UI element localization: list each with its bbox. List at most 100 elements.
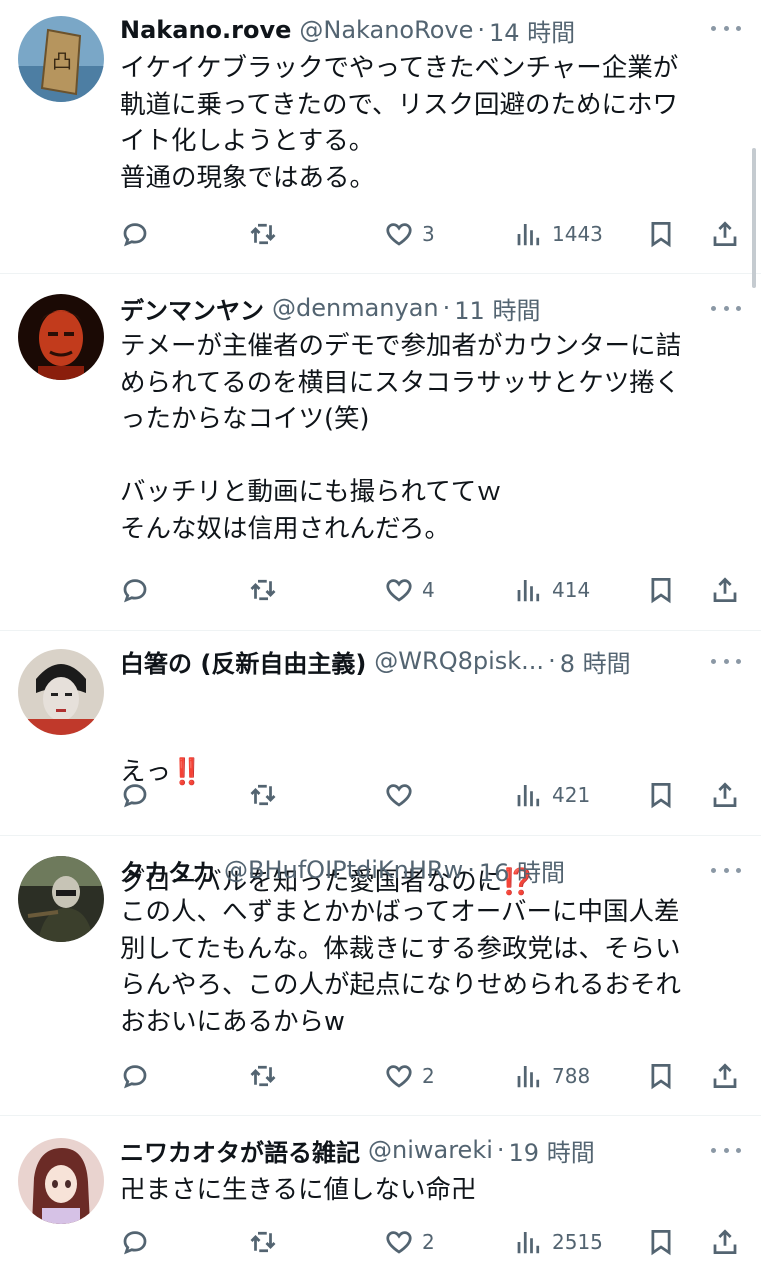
views-button[interactable]: 788 [514, 1061, 590, 1091]
reply-icon [120, 575, 150, 605]
view-count: 421 [552, 783, 591, 807]
views-icon [514, 1227, 544, 1257]
timestamp[interactable]: 8 時間 [560, 644, 631, 679]
views-icon [514, 219, 544, 249]
bookmark-icon [646, 1227, 676, 1257]
tweet-text: この人、へずまとかかばってオーバーに中国人差 別してたもんな。体裁きにする参政党… [120, 897, 682, 1037]
avatar[interactable]: 凸 [18, 16, 104, 102]
reply-button[interactable] [120, 780, 150, 810]
share-button[interactable] [710, 219, 740, 249]
view-count: 414 [552, 578, 591, 602]
more-icon[interactable] [711, 298, 741, 318]
heart-icon [384, 219, 414, 249]
share-button[interactable] [710, 575, 740, 605]
retweet-button[interactable] [248, 575, 278, 605]
separator-dot: · [477, 16, 486, 44]
reply-button[interactable] [120, 575, 150, 605]
view-count: 1443 [552, 222, 603, 246]
tweet-text: イケイケブラックでやってきたベンチャー企業が 軌道に乗ってきたので、リスク回避の… [120, 53, 679, 193]
bookmark-button[interactable] [646, 1061, 676, 1091]
timestamp[interactable]: 11 時間 [454, 291, 540, 326]
reply-icon [120, 1227, 150, 1257]
display-name[interactable]: ニワカオタが語る雑記 [120, 1133, 360, 1168]
share-icon [710, 219, 740, 249]
display-name[interactable]: タカタカ [120, 853, 216, 888]
timestamp[interactable]: 19 時間 [509, 1133, 595, 1168]
views-button[interactable]: 421 [514, 780, 590, 810]
views-icon [514, 575, 544, 605]
scrollbar[interactable] [752, 148, 756, 288]
reply-button[interactable] [120, 1061, 150, 1091]
share-icon [710, 1061, 740, 1091]
views-button[interactable]: 1443 [514, 219, 603, 249]
avatar[interactable] [18, 649, 104, 735]
like-button[interactable]: 4 [384, 575, 435, 605]
retweet-icon [248, 1061, 278, 1091]
tweet[interactable]: ニワカオタが語る雑記 @niwareki · 19 時間 卍まさに生きるに値しな… [0, 1116, 761, 1280]
views-button[interactable]: 414 [514, 575, 590, 605]
tweet[interactable]: 凸 Nakano.rove @NakanoRove · 14 時間 イケイケブラ… [0, 0, 761, 274]
tweet-text: テメーが主催者のデモで参加者がカウンターに詰 められてるのを横目にスタコラサッサ… [120, 331, 682, 544]
avatar[interactable] [18, 856, 104, 942]
more-icon[interactable] [711, 18, 741, 38]
views-icon [514, 780, 544, 810]
bookmark-icon [646, 575, 676, 605]
heart-icon [384, 575, 414, 605]
svg-text:凸: 凸 [52, 49, 72, 73]
more-icon[interactable] [711, 651, 741, 671]
bookmark-button[interactable] [646, 780, 676, 810]
retweet-icon [248, 780, 278, 810]
bookmark-button[interactable] [646, 219, 676, 249]
like-button[interactable] [384, 780, 414, 810]
retweet-icon [248, 219, 278, 249]
display-name[interactable]: 白箸の (反新自由主義) [120, 644, 366, 679]
user-handle[interactable]: @BHufOIPtdiKnHRw [224, 856, 463, 884]
tweet[interactable]: デンマンヤン @denmanyan · 11 時間 テメーが主催者のデモで参加者… [0, 274, 761, 631]
separator-dot: · [467, 856, 475, 884]
retweet-button[interactable] [248, 219, 278, 249]
tweet[interactable]: タカタカ @BHufOIPtdiKnHRw · 16 時間 この人、へずまとかか… [0, 836, 761, 1116]
view-count: 788 [552, 1064, 591, 1088]
like-button[interactable]: 3 [384, 219, 435, 249]
views-button[interactable]: 2515 [514, 1227, 603, 1257]
share-button[interactable] [710, 780, 740, 810]
avatar[interactable] [18, 1138, 104, 1224]
user-handle[interactable]: @denmanyan [272, 294, 439, 322]
reply-button[interactable] [120, 219, 150, 249]
like-count: 4 [422, 578, 435, 602]
share-icon [710, 575, 740, 605]
retweet-button[interactable] [248, 1227, 278, 1257]
view-count: 2515 [552, 1230, 603, 1254]
bookmark-button[interactable] [646, 575, 676, 605]
retweet-button[interactable] [248, 1061, 278, 1091]
like-button[interactable]: 2 [384, 1061, 435, 1091]
share-icon [710, 1227, 740, 1257]
bookmark-icon [646, 780, 676, 810]
retweet-button[interactable] [248, 780, 278, 810]
user-handle[interactable]: @WRQ8pisk... [374, 647, 544, 675]
like-count: 2 [422, 1064, 435, 1088]
bookmark-button[interactable] [646, 1227, 676, 1257]
like-count: 3 [422, 222, 435, 246]
display-name[interactable]: デンマンヤン [120, 291, 264, 326]
share-button[interactable] [710, 1061, 740, 1091]
user-handle[interactable]: @niwareki [368, 1136, 493, 1164]
tweet[interactable]: 白箸の (反新自由主義) @WRQ8pisk... · 8 時間 えっ‼️ グロ… [0, 631, 761, 897]
timestamp[interactable]: 14 時間 [489, 13, 575, 48]
heart-icon [384, 1061, 414, 1091]
display-name[interactable]: Nakano.rove [120, 16, 291, 44]
timestamp[interactable]: 16 時間 [479, 853, 565, 888]
views-icon [514, 1061, 544, 1091]
like-button[interactable]: 2 [384, 1227, 435, 1257]
more-icon[interactable] [711, 1140, 741, 1160]
reply-icon [120, 780, 150, 810]
bookmark-icon [646, 219, 676, 249]
like-count: 2 [422, 1230, 435, 1254]
share-button[interactable] [710, 1227, 740, 1257]
separator-dot: · [496, 1136, 505, 1164]
reply-button[interactable] [120, 1227, 150, 1257]
more-icon[interactable] [711, 860, 741, 880]
user-handle[interactable]: @NakanoRove [299, 16, 473, 44]
avatar[interactable] [18, 294, 104, 380]
separator-dot: · [442, 294, 451, 322]
